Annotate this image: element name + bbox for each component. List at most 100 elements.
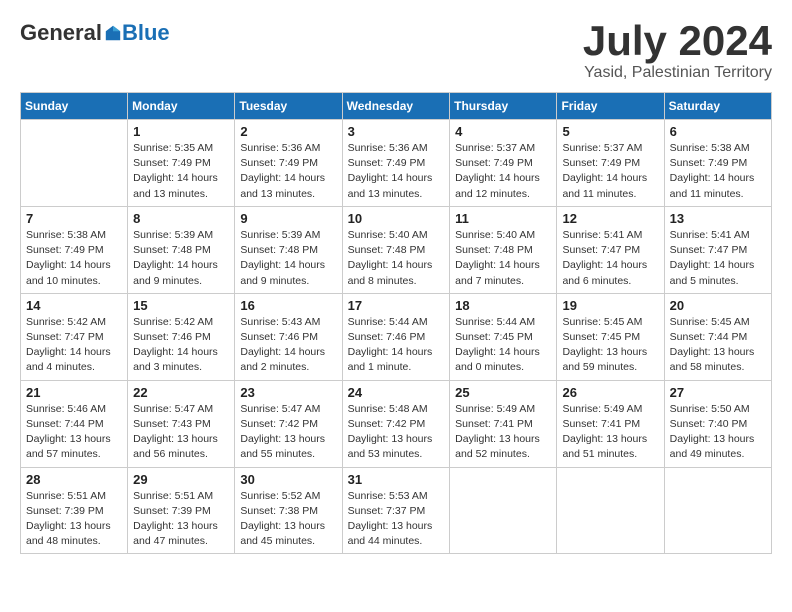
col-header-friday: Friday <box>557 93 664 120</box>
calendar-cell: 13 Sunrise: 5:41 AM Sunset: 7:47 PM Dayli… <box>664 206 771 293</box>
calendar-cell: 18Sunrise: 5:44 AM Sunset: 7:45 PM Dayli… <box>450 293 557 380</box>
day-info: Sunrise: 5:44 AM Sunset: 7:46 PM Dayligh… <box>348 315 445 376</box>
day-info: Sunrise: 5:38 AM Sunset: 7:49 PM Dayligh… <box>670 141 766 202</box>
calendar-cell: 12Sunrise: 5:41 AM Sunset: 7:47 PM Dayli… <box>557 206 664 293</box>
day-number: 18 <box>455 298 551 313</box>
day-number: 8 <box>133 211 229 226</box>
day-info: Sunrise: 5:37 AM Sunset: 7:49 PM Dayligh… <box>455 141 551 202</box>
calendar-cell: 1 Sunrise: 5:35 AM Sunset: 7:49 PM Daylig… <box>128 120 235 207</box>
day-info: Sunrise: 5:41 AM Sunset: 7:47 PM Dayligh… <box>562 228 658 289</box>
page-header: General Blue July 2024 Yasid, Palestinia… <box>20 20 772 82</box>
day-number: 7 <box>26 211 122 226</box>
calendar-cell: 23 Sunrise: 5:47 AM Sunset: 7:42 PM Dayli… <box>235 380 342 467</box>
col-header-sunday: Sunday <box>21 93 128 120</box>
calendar-cell: 8Sunrise: 5:39 AM Sunset: 7:48 PM Daylig… <box>128 206 235 293</box>
day-info: Sunrise: 5:46 AM Sunset: 7:44 PM Dayligh… <box>26 402 122 463</box>
calendar-week-row: 28Sunrise: 5:51 AM Sunset: 7:39 PM Dayli… <box>21 467 772 554</box>
day-info: Sunrise: 5:49 AM Sunset: 7:41 PM Dayligh… <box>562 402 658 463</box>
day-number: 14 <box>26 298 122 313</box>
calendar-cell <box>450 467 557 554</box>
day-number: 23 <box>240 385 336 400</box>
calendar-cell: 5Sunrise: 5:37 AM Sunset: 7:49 PM Daylig… <box>557 120 664 207</box>
day-info: Sunrise: 5:53 AM Sunset: 7:37 PM Dayligh… <box>348 489 445 550</box>
day-number: 19 <box>562 298 658 313</box>
day-info: Sunrise: 5:51 AM Sunset: 7:39 PM Dayligh… <box>133 489 229 550</box>
day-number: 20 <box>670 298 766 313</box>
day-info: Sunrise: 5:42 AM Sunset: 7:46 PM Dayligh… <box>133 315 229 376</box>
day-number: 30 <box>240 472 336 487</box>
calendar-cell: 7 Sunrise: 5:38 AM Sunset: 7:49 PM Daylig… <box>21 206 128 293</box>
day-number: 22 <box>133 385 229 400</box>
title-area: July 2024 Yasid, Palestinian Territory <box>583 20 772 82</box>
day-number: 6 <box>670 124 766 139</box>
calendar-cell: 28Sunrise: 5:51 AM Sunset: 7:39 PM Dayli… <box>21 467 128 554</box>
col-header-tuesday: Tuesday <box>235 93 342 120</box>
calendar-cell: 10Sunrise: 5:40 AM Sunset: 7:48 PM Dayli… <box>342 206 450 293</box>
calendar-cell: 19 Sunrise: 5:45 AM Sunset: 7:45 PM Dayli… <box>557 293 664 380</box>
calendar-cell: 6 Sunrise: 5:38 AM Sunset: 7:49 PM Daylig… <box>664 120 771 207</box>
day-info: Sunrise: 5:35 AM Sunset: 7:49 PM Dayligh… <box>133 141 229 202</box>
day-info: Sunrise: 5:50 AM Sunset: 7:40 PM Dayligh… <box>670 402 766 463</box>
day-info: Sunrise: 5:42 AM Sunset: 7:47 PM Dayligh… <box>26 315 122 376</box>
calendar-cell: 17 Sunrise: 5:44 AM Sunset: 7:46 PM Dayli… <box>342 293 450 380</box>
logo-icon <box>104 24 122 42</box>
calendar-cell: 24 Sunrise: 5:48 AM Sunset: 7:42 PM Dayli… <box>342 380 450 467</box>
day-number: 16 <box>240 298 336 313</box>
day-number: 11 <box>455 211 551 226</box>
calendar-week-row: 1 Sunrise: 5:35 AM Sunset: 7:49 PM Daylig… <box>21 120 772 207</box>
day-info: Sunrise: 5:45 AM Sunset: 7:44 PM Dayligh… <box>670 315 766 376</box>
col-header-wednesday: Wednesday <box>342 93 450 120</box>
calendar-cell: 26 Sunrise: 5:49 AM Sunset: 7:41 PM Dayli… <box>557 380 664 467</box>
location-title: Yasid, Palestinian Territory <box>583 64 772 82</box>
day-info: Sunrise: 5:40 AM Sunset: 7:48 PM Dayligh… <box>455 228 551 289</box>
day-number: 24 <box>348 385 445 400</box>
day-number: 13 <box>670 211 766 226</box>
calendar-cell: 20 Sunrise: 5:45 AM Sunset: 7:44 PM Dayli… <box>664 293 771 380</box>
calendar-cell: 14 Sunrise: 5:42 AM Sunset: 7:47 PM Dayli… <box>21 293 128 380</box>
day-info: Sunrise: 5:39 AM Sunset: 7:48 PM Dayligh… <box>240 228 336 289</box>
day-info: Sunrise: 5:36 AM Sunset: 7:49 PM Dayligh… <box>348 141 445 202</box>
calendar-cell: 27 Sunrise: 5:50 AM Sunset: 7:40 PM Dayli… <box>664 380 771 467</box>
day-number: 1 <box>133 124 229 139</box>
calendar-cell: 4 Sunrise: 5:37 AM Sunset: 7:49 PM Daylig… <box>450 120 557 207</box>
col-header-thursday: Thursday <box>450 93 557 120</box>
calendar-cell: 16Sunrise: 5:43 AM Sunset: 7:46 PM Dayli… <box>235 293 342 380</box>
day-number: 27 <box>670 385 766 400</box>
calendar-cell: 21 Sunrise: 5:46 AM Sunset: 7:44 PM Dayli… <box>21 380 128 467</box>
day-info: Sunrise: 5:49 AM Sunset: 7:41 PM Dayligh… <box>455 402 551 463</box>
day-number: 4 <box>455 124 551 139</box>
day-number: 5 <box>562 124 658 139</box>
calendar-cell <box>21 120 128 207</box>
day-number: 21 <box>26 385 122 400</box>
day-info: Sunrise: 5:47 AM Sunset: 7:43 PM Dayligh… <box>133 402 229 463</box>
calendar-cell: 3 Sunrise: 5:36 AM Sunset: 7:49 PM Daylig… <box>342 120 450 207</box>
calendar-week-row: 21 Sunrise: 5:46 AM Sunset: 7:44 PM Dayli… <box>21 380 772 467</box>
day-info: Sunrise: 5:48 AM Sunset: 7:42 PM Dayligh… <box>348 402 445 463</box>
day-info: Sunrise: 5:45 AM Sunset: 7:45 PM Dayligh… <box>562 315 658 376</box>
day-info: Sunrise: 5:47 AM Sunset: 7:42 PM Dayligh… <box>240 402 336 463</box>
day-number: 2 <box>240 124 336 139</box>
calendar-week-row: 7 Sunrise: 5:38 AM Sunset: 7:49 PM Daylig… <box>21 206 772 293</box>
day-number: 15 <box>133 298 229 313</box>
day-number: 25 <box>455 385 551 400</box>
calendar-week-row: 14 Sunrise: 5:42 AM Sunset: 7:47 PM Dayli… <box>21 293 772 380</box>
calendar-cell: 31Sunrise: 5:53 AM Sunset: 7:37 PM Dayli… <box>342 467 450 554</box>
day-number: 3 <box>348 124 445 139</box>
calendar-table: SundayMondayTuesdayWednesdayThursdayFrid… <box>20 92 772 554</box>
calendar-cell: 25 Sunrise: 5:49 AM Sunset: 7:41 PM Dayli… <box>450 380 557 467</box>
col-header-saturday: Saturday <box>664 93 771 120</box>
day-number: 9 <box>240 211 336 226</box>
logo-blue-text: Blue <box>122 20 170 46</box>
month-title: July 2024 <box>583 20 772 62</box>
day-info: Sunrise: 5:41 AM Sunset: 7:47 PM Dayligh… <box>670 228 766 289</box>
day-number: 17 <box>348 298 445 313</box>
day-info: Sunrise: 5:38 AM Sunset: 7:49 PM Dayligh… <box>26 228 122 289</box>
calendar-cell: 2 Sunrise: 5:36 AM Sunset: 7:49 PM Daylig… <box>235 120 342 207</box>
calendar-cell: 11 Sunrise: 5:40 AM Sunset: 7:48 PM Dayli… <box>450 206 557 293</box>
day-number: 26 <box>562 385 658 400</box>
day-info: Sunrise: 5:36 AM Sunset: 7:49 PM Dayligh… <box>240 141 336 202</box>
calendar-cell: 30Sunrise: 5:52 AM Sunset: 7:38 PM Dayli… <box>235 467 342 554</box>
calendar-cell: 15 Sunrise: 5:42 AM Sunset: 7:46 PM Dayli… <box>128 293 235 380</box>
day-info: Sunrise: 5:40 AM Sunset: 7:48 PM Dayligh… <box>348 228 445 289</box>
col-header-monday: Monday <box>128 93 235 120</box>
